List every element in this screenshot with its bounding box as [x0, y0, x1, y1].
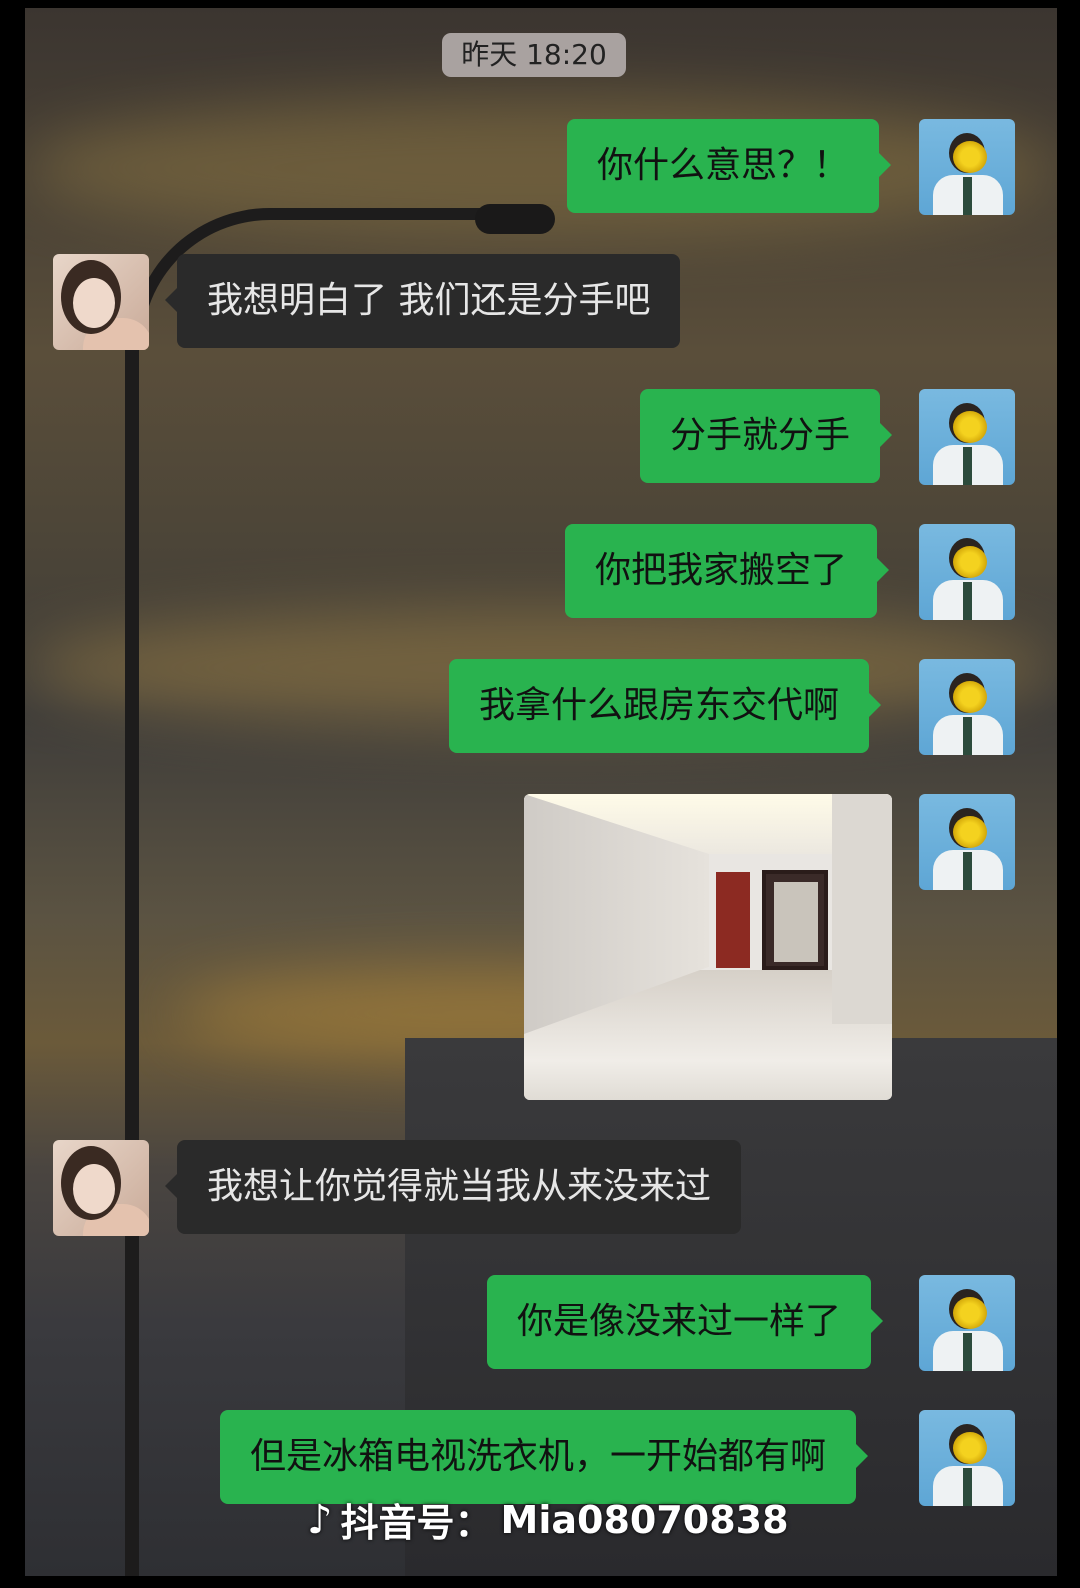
message-bubble-sent[interactable]: 你把我家搬空了 — [565, 524, 890, 618]
message-bubble-received[interactable]: 我想让你觉得就当我从来没来过 — [164, 1140, 742, 1234]
image-message-empty-room[interactable] — [524, 794, 892, 1100]
watermark-label: 抖音号： — [340, 1501, 493, 1545]
my-avatar[interactable] — [919, 1275, 1015, 1371]
my-avatar[interactable] — [919, 1410, 1015, 1506]
contact-avatar[interactable] — [53, 254, 149, 350]
streetlamp-head — [475, 204, 555, 234]
my-avatar[interactable] — [919, 119, 1015, 215]
streetlamp-pole — [125, 338, 139, 1576]
message-bubble-sent[interactable]: 我拿什么跟房东交代啊 — [449, 659, 882, 753]
watermark-id: Mia08070838 — [500, 1497, 789, 1542]
message-bubble-sent[interactable]: 分手就分手 — [640, 389, 893, 483]
message-bubble-sent[interactable]: 但是冰箱电视洗衣机，一开始都有啊 — [220, 1410, 869, 1504]
my-avatar[interactable] — [919, 659, 1015, 755]
chat-screen: 昨天 18:20 你什么意思？！ 我想明白了 我们还是分手吧 分手就分手 你把我… — [25, 8, 1057, 1576]
message-bubble-sent[interactable]: 你什么意思？！ — [567, 119, 892, 213]
message-bubble-sent[interactable]: 你是像没来过一样了 — [487, 1275, 884, 1369]
my-avatar[interactable] — [919, 794, 1015, 890]
message-bubble-received[interactable]: 我想明白了 我们还是分手吧 — [164, 254, 681, 348]
my-avatar[interactable] — [919, 524, 1015, 620]
douyin-watermark: ♪ 抖音号： Mia08070838 — [307, 1492, 789, 1547]
contact-avatar[interactable] — [53, 1140, 149, 1236]
douyin-logo-icon: ♪ — [307, 1496, 333, 1543]
my-avatar[interactable] — [919, 389, 1015, 485]
timestamp: 昨天 18:20 — [442, 33, 626, 77]
